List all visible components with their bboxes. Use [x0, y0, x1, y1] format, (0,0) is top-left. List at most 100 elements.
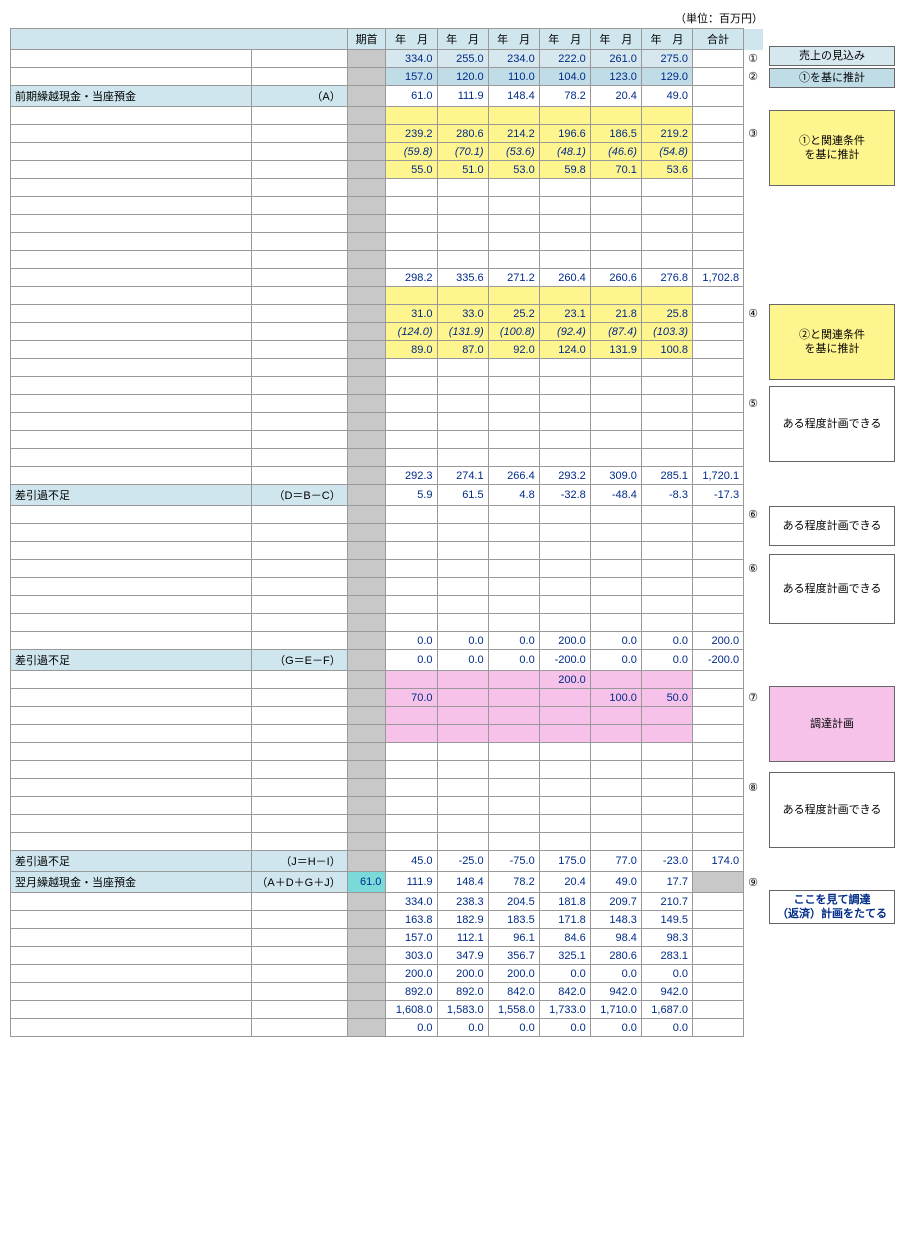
marker-r_blk19	[744, 743, 763, 761]
cell-r_carryNext-1: 148.4	[437, 872, 488, 893]
row-eq-r_blk9	[252, 413, 347, 431]
cell-r_y3-1: 51.0	[437, 161, 488, 179]
cell-r_blk15-1	[437, 560, 488, 578]
marker-r_p4	[744, 725, 763, 743]
cell-r_blk8-3	[539, 395, 590, 413]
total-r_blk22	[692, 797, 743, 815]
cell-r_y_blank1-0	[386, 107, 437, 125]
period-r_blk17	[347, 596, 386, 614]
cell-r_est1-2: 110.0	[488, 68, 539, 86]
row-label-r_blk15	[11, 560, 252, 578]
cell-r_bot3-3: 84.6	[539, 929, 590, 947]
cell-r_y5-5: (103.3)	[641, 323, 692, 341]
period-r_blk8	[347, 395, 386, 413]
cell-r_blk2-5	[641, 197, 692, 215]
marker-r_blk3	[744, 215, 763, 233]
marker-r_blk10	[744, 431, 763, 449]
cell-r_bot8-5: 0.0	[641, 1019, 692, 1037]
row-eq-r_EF	[252, 632, 347, 650]
cell-r_bot8-1: 0.0	[437, 1019, 488, 1037]
cell-r_y4-1: 33.0	[437, 305, 488, 323]
marker-r_D	[744, 485, 763, 506]
row-eq-r_y6	[252, 341, 347, 359]
cell-r_p4-2	[488, 725, 539, 743]
cell-r_blk3-0	[386, 215, 437, 233]
period-r_y4	[347, 305, 386, 323]
row-eq-r_bot1	[252, 893, 347, 911]
row-eq-r_bot2	[252, 911, 347, 929]
row-eq-r_blk19	[252, 743, 347, 761]
cell-r_bot5-2: 200.0	[488, 965, 539, 983]
row-label-r_blk2	[11, 197, 252, 215]
cell-r_blk3-2	[488, 215, 539, 233]
total-r_D: -17.3	[692, 485, 743, 506]
cell-r_y3-0: 55.0	[386, 161, 437, 179]
cell-r_blk9-5	[641, 413, 692, 431]
total-r_blk18	[692, 614, 743, 632]
total-r_J: 174.0	[692, 851, 743, 872]
cell-r_blk11-3	[539, 449, 590, 467]
row-eq-r_p1	[252, 671, 347, 689]
marker-r_bot4	[744, 947, 763, 965]
marker-r_blk17	[744, 596, 763, 614]
cell-r_y4-4: 21.8	[590, 305, 641, 323]
cell-r_bot5-4: 0.0	[590, 965, 641, 983]
period-r_blk10	[347, 431, 386, 449]
marker-r_blk6	[744, 359, 763, 377]
cell-r_blk13-4	[590, 524, 641, 542]
cell-r_bot2-2: 183.5	[488, 911, 539, 929]
period-r_blk5	[347, 251, 386, 269]
total-r_p3	[692, 707, 743, 725]
cell-r_bot2-5: 149.5	[641, 911, 692, 929]
row-eq-r_y2	[252, 143, 347, 161]
total-r_bot1	[692, 893, 743, 911]
cell-r_A-2: 148.4	[488, 86, 539, 107]
total-r_blk23	[692, 815, 743, 833]
cell-r_blk2-2	[488, 197, 539, 215]
marker-r_blk12: ⑥	[744, 506, 763, 524]
period-r_bot5	[347, 965, 386, 983]
cell-r_subC-3: 293.2	[539, 467, 590, 485]
cell-r_blk15-2	[488, 560, 539, 578]
period-r_blk21	[347, 779, 386, 797]
cell-r_blk19-0	[386, 743, 437, 761]
cell-r_blk23-4	[590, 815, 641, 833]
row-label-r_y5	[11, 323, 252, 341]
cell-r_carryNext-0: 111.9	[386, 872, 437, 893]
marker-r_subC	[744, 467, 763, 485]
cell-r_y3-5: 53.6	[641, 161, 692, 179]
marker-r_bot6	[744, 983, 763, 1001]
cell-r_A-4: 20.4	[590, 86, 641, 107]
cell-r_p3-1	[437, 707, 488, 725]
cell-r_y_blank1-3	[539, 107, 590, 125]
cell-r_blk2-1	[437, 197, 488, 215]
cell-r_blk13-5	[641, 524, 692, 542]
period-r_y2	[347, 143, 386, 161]
cell-r_blk5-5	[641, 251, 692, 269]
cell-r_est1-0: 157.0	[386, 68, 437, 86]
cell-r_blk23-1	[437, 815, 488, 833]
total-r_blk24	[692, 833, 743, 851]
cell-r_p4-4	[590, 725, 641, 743]
cell-r_blk16-4	[590, 578, 641, 596]
period-r_subB	[347, 269, 386, 287]
cell-r_blk12-3	[539, 506, 590, 524]
row-eq-r_bot5	[252, 965, 347, 983]
marker-r_blk18	[744, 614, 763, 632]
cell-r_blk14-3	[539, 542, 590, 560]
cell-r_y1-2: 214.2	[488, 125, 539, 143]
cell-r_y_blank1-2	[488, 107, 539, 125]
cell-r_p4-0	[386, 725, 437, 743]
cell-r_y5-0: (124.0)	[386, 323, 437, 341]
cell-r_bot3-1: 112.1	[437, 929, 488, 947]
cell-r_blk17-1	[437, 596, 488, 614]
cell-r_blk18-3	[539, 614, 590, 632]
cell-r_blk16-3	[539, 578, 590, 596]
cell-r_p4-5	[641, 725, 692, 743]
period-r_blk19	[347, 743, 386, 761]
cell-r_blk7-4	[590, 377, 641, 395]
cell-r_sales-1: 255.0	[437, 50, 488, 68]
marker-r_y_blank1	[744, 107, 763, 125]
row-eq-r_blk10	[252, 431, 347, 449]
cell-r_y_blank1-4	[590, 107, 641, 125]
